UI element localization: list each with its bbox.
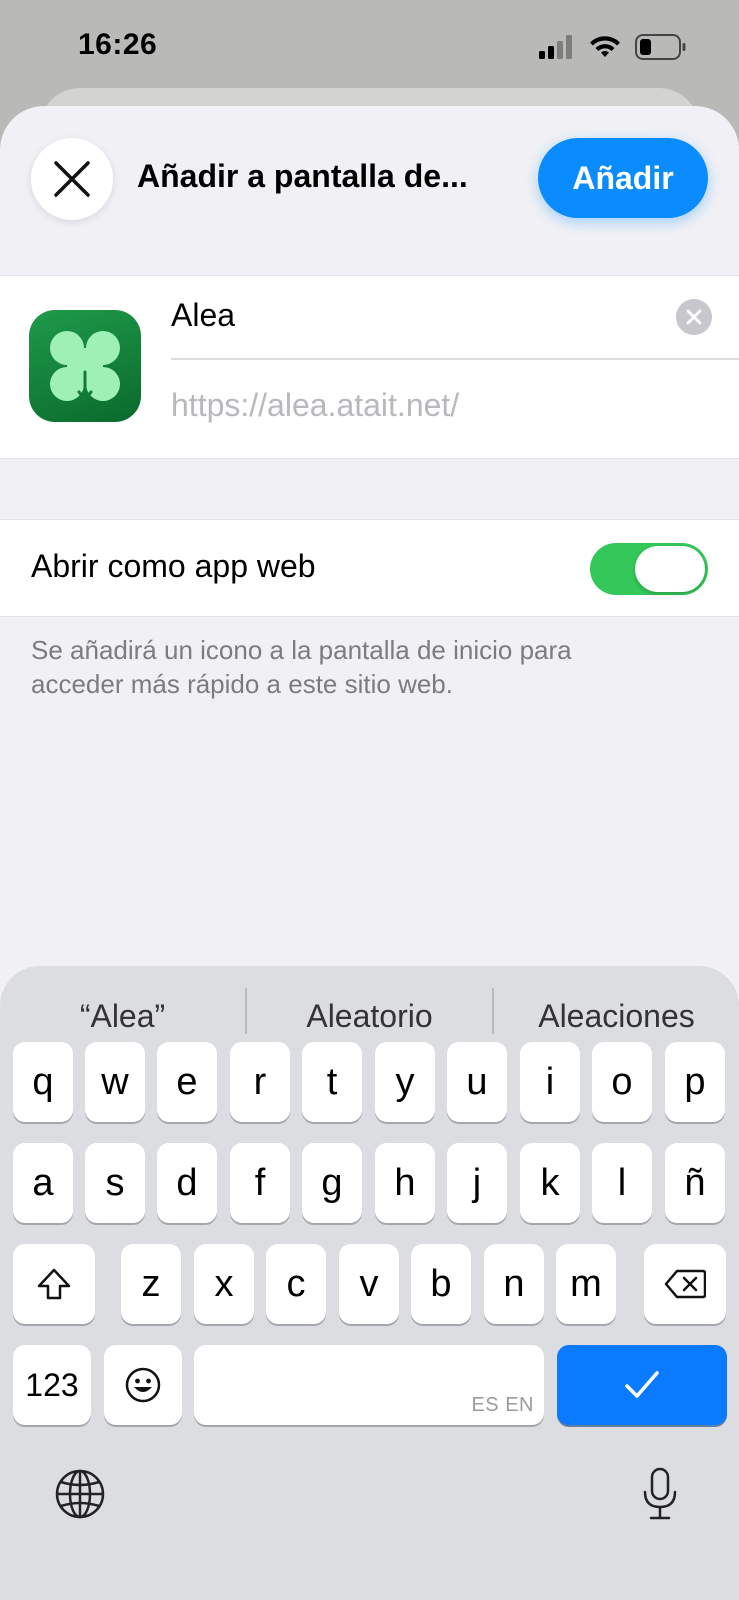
key-y[interactable]: y: [375, 1042, 435, 1122]
app-name-input[interactable]: Alea: [171, 297, 235, 334]
key-g[interactable]: g: [302, 1143, 362, 1223]
key-w[interactable]: w: [85, 1042, 145, 1122]
emoji-key[interactable]: [104, 1345, 182, 1425]
key-u[interactable]: u: [447, 1042, 507, 1122]
space-key[interactable]: ES EN: [194, 1345, 544, 1425]
key-i[interactable]: i: [520, 1042, 580, 1122]
key-d[interactable]: d: [157, 1143, 217, 1223]
status-icons: [539, 34, 687, 60]
key-q[interactable]: q: [13, 1042, 73, 1122]
globe-icon: [55, 1469, 105, 1519]
sheet-title: Añadir a pantalla de...: [137, 158, 468, 194]
add-button[interactable]: Añadir: [538, 138, 708, 218]
suggestion-2[interactable]: Aleatorio: [247, 988, 492, 1044]
webapp-toggle-card: Abrir como app web: [0, 519, 739, 617]
app-url: https://alea.atait.net/: [171, 387, 460, 423]
key-j[interactable]: j: [447, 1143, 507, 1223]
globe-button[interactable]: [52, 1466, 108, 1522]
field-divider: [171, 358, 739, 360]
alea-logo-icon: [50, 331, 120, 402]
shift-icon: [37, 1268, 71, 1300]
key-p[interactable]: p: [665, 1042, 725, 1122]
key-r[interactable]: r: [230, 1042, 290, 1122]
webapp-toggle-switch[interactable]: [590, 543, 708, 595]
key-l[interactable]: l: [592, 1143, 652, 1223]
done-key[interactable]: [557, 1345, 727, 1425]
key-e[interactable]: e: [157, 1042, 217, 1122]
delete-icon: [664, 1269, 706, 1299]
key-o[interactable]: o: [592, 1042, 652, 1122]
clear-text-button[interactable]: [676, 299, 712, 335]
suggestion-3[interactable]: Aleaciones: [494, 988, 739, 1044]
app-info-card: Alea https://alea.atait.net/: [0, 275, 739, 459]
key-x[interactable]: x: [194, 1244, 254, 1324]
footnote-text: Se añadirá un icono a la pantalla de ini…: [31, 635, 572, 699]
key-enye[interactable]: ñ: [665, 1143, 725, 1223]
dictation-button[interactable]: [632, 1464, 688, 1524]
shift-key[interactable]: [13, 1244, 95, 1324]
keyboard: “Alea” Aleatorio Aleaciones q w e r t y …: [0, 966, 739, 1600]
status-bar: 16:26: [0, 0, 739, 100]
key-s[interactable]: s: [85, 1143, 145, 1223]
status-time: 16:26: [78, 28, 158, 61]
webapp-toggle-label: Abrir como app web: [31, 548, 316, 584]
microphone-icon: [643, 1467, 677, 1520]
key-z[interactable]: z: [121, 1244, 181, 1324]
battery-low-icon: [635, 34, 686, 60]
wifi-icon: [590, 36, 620, 57]
key-n[interactable]: n: [484, 1244, 544, 1324]
suggestion-1[interactable]: “Alea”: [0, 988, 245, 1044]
key-f[interactable]: f: [230, 1143, 290, 1223]
close-icon: [54, 161, 90, 197]
alea-app-icon: [29, 310, 141, 422]
cellular-signal-icon: [539, 35, 572, 59]
key-k[interactable]: k: [520, 1143, 580, 1223]
emoji-icon: [125, 1367, 161, 1403]
delete-key[interactable]: [644, 1244, 726, 1324]
key-b[interactable]: b: [411, 1244, 471, 1324]
keyboard-languages: ES EN: [471, 1394, 534, 1416]
checkmark-icon: [625, 1371, 659, 1398]
key-h[interactable]: h: [375, 1143, 435, 1223]
key-c[interactable]: c: [266, 1244, 326, 1324]
toggle-knob: [635, 546, 705, 592]
close-button[interactable]: [31, 138, 113, 220]
key-a[interactable]: a: [13, 1143, 73, 1223]
numbers-key[interactable]: 123: [13, 1345, 91, 1425]
key-t[interactable]: t: [302, 1042, 362, 1122]
key-v[interactable]: v: [339, 1244, 399, 1324]
clear-icon: [686, 309, 702, 325]
key-m[interactable]: m: [556, 1244, 616, 1324]
